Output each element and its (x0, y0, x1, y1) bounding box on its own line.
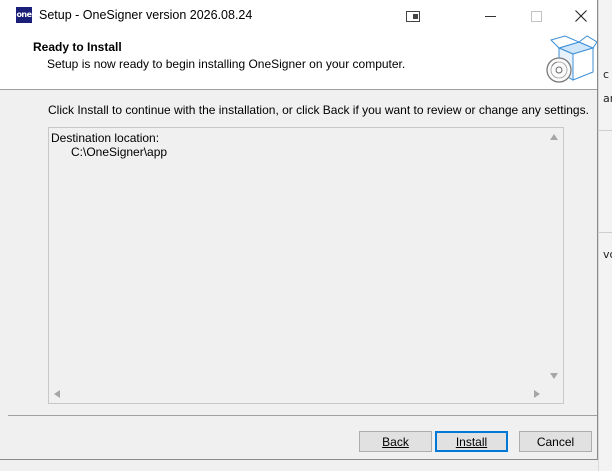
cancel-button[interactable]: Cancel (519, 431, 592, 452)
page-subtitle: Setup is now ready to begin installing O… (47, 57, 406, 71)
back-button[interactable]: Back (359, 431, 432, 452)
minimize-icon[interactable] (467, 0, 513, 32)
page-title: Ready to Install (33, 40, 122, 54)
install-button-label: Install (455, 434, 488, 449)
background-text: vo (603, 248, 612, 261)
scroll-up-icon[interactable] (550, 134, 558, 140)
back-button-label: Back (382, 434, 409, 449)
background-text: ar (603, 92, 612, 105)
install-button[interactable]: Install (435, 431, 508, 452)
close-icon[interactable] (558, 0, 604, 32)
installer-box-icon (546, 35, 597, 83)
horizontal-scrollbar[interactable] (49, 386, 546, 403)
scroll-right-icon[interactable] (534, 390, 540, 398)
wizard-header: Ready to Install Setup is now ready to b… (0, 32, 597, 89)
background-divider (599, 232, 612, 233)
footer-divider (8, 415, 597, 416)
window-title: Setup - OneSigner version 2026.08.24 (39, 8, 253, 22)
memo-text: Destination location: C:\OneSigner\app (51, 131, 167, 159)
app-icon: one (16, 7, 32, 23)
destination-label: Destination location: (51, 131, 160, 145)
scroll-down-icon[interactable] (550, 373, 558, 379)
title-bar[interactable]: one Setup - OneSigner version 2026.08.24 (0, 0, 597, 32)
vertical-scrollbar[interactable] (546, 128, 563, 386)
maximize-icon (513, 0, 559, 32)
background-window: c ar vo (598, 0, 612, 471)
scrollbar-corner (546, 386, 563, 403)
background-divider (599, 130, 612, 131)
scroll-left-icon[interactable] (54, 390, 60, 398)
cancel-button-label: Cancel (536, 434, 575, 449)
snap-layout-icon[interactable] (390, 0, 436, 32)
background-text: c (603, 68, 610, 81)
destination-path: C:\OneSigner\app (71, 145, 168, 159)
setup-dialog: one Setup - OneSigner version 2026.08.24… (0, 0, 598, 460)
ready-memo[interactable]: Destination location: C:\OneSigner\app (48, 127, 564, 404)
instruction-text: Click Install to continue with the insta… (48, 103, 589, 117)
header-divider (0, 89, 597, 90)
